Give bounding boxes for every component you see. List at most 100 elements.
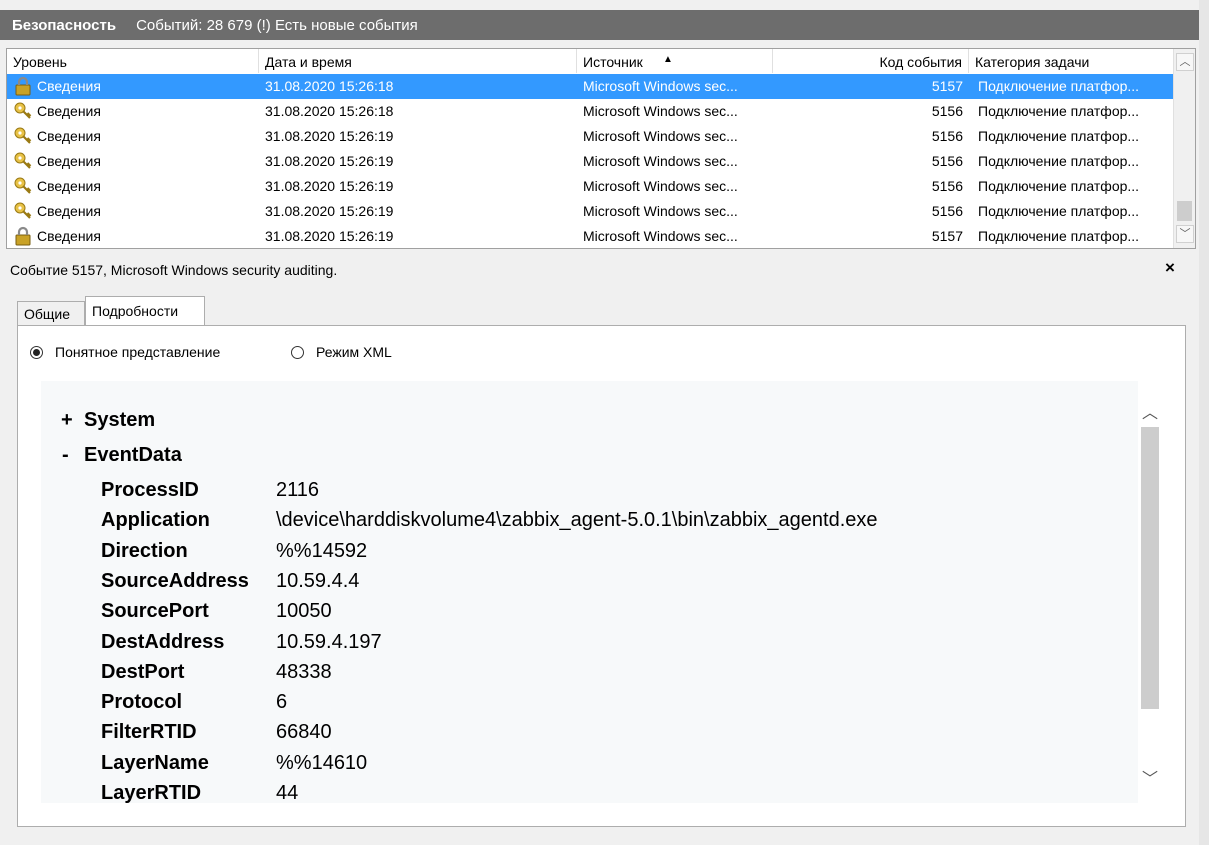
- log-status: Событий: 28 679 (!) Есть новые события: [136, 16, 418, 34]
- table-row[interactable]: Сведения 31.08.2020 15:26:18 Microsoft Win…: [7, 99, 1173, 124]
- table-row[interactable]: Сведения 31.08.2020 15:26:18 Microsoft Win…: [7, 74, 1173, 99]
- event-list[interactable]: Уровень Дата и время ▲ Источник Код событ…: [6, 48, 1196, 249]
- key-icon: [13, 201, 33, 221]
- expand-system-icon[interactable]: +: [61, 409, 73, 432]
- cell-source: Microsoft Windows sec...: [583, 203, 738, 219]
- field-value: 66840: [276, 721, 332, 744]
- cell-source: Microsoft Windows sec...: [583, 178, 738, 194]
- cell-level: Сведения: [37, 203, 101, 219]
- radio-friendly-view[interactable]: Понятное представление: [30, 344, 220, 360]
- table-row[interactable]: Сведения 31.08.2020 15:26:19 Microsoft Win…: [7, 149, 1173, 174]
- field-value: 48338: [276, 660, 332, 683]
- field-name: LayerRTID: [101, 782, 202, 803]
- radio-checked-icon: [30, 345, 43, 359]
- field-name: ProcessID: [101, 479, 199, 501]
- field-value: %%14592: [276, 539, 368, 562]
- cell-event-id: 5156: [931, 103, 963, 119]
- cell-event-id: 5157: [931, 228, 963, 244]
- log-name: Безопасность: [12, 16, 117, 34]
- cell-category: Подключение платфор...: [978, 178, 1140, 194]
- column-header-level[interactable]: Уровень: [7, 49, 259, 73]
- key-icon: [13, 176, 33, 196]
- cell-event-id: 5156: [931, 178, 963, 194]
- cell-datetime: 31.08.2020 15:26:19: [265, 228, 394, 244]
- chevron-up-icon[interactable]: ︿: [1142, 399, 1158, 423]
- field-value: \device\harddiskvolume4\zabbix_agent-5.0…: [276, 509, 878, 532]
- cell-level: Сведения: [37, 178, 101, 194]
- lock-icon: [13, 76, 33, 96]
- field-value: 2116: [276, 479, 320, 501]
- event-rows: Сведения 31.08.2020 15:26:18 Microsoft Win…: [7, 74, 1173, 248]
- cell-event-id: 5156: [931, 153, 963, 169]
- cell-datetime: 31.08.2020 15:26:19: [265, 203, 394, 219]
- column-header-category[interactable]: Категория задачи: [969, 49, 1173, 73]
- event-data-view: + System - EventData ProcessID 2116 Applic…: [41, 381, 1138, 803]
- collapse-eventdata-icon[interactable]: -: [62, 444, 69, 467]
- cell-category: Подключение платфор...: [978, 128, 1140, 144]
- field-name: LayerName: [101, 751, 209, 774]
- tab-general[interactable]: Общие: [17, 301, 85, 326]
- column-header-source[interactable]: Источник: [577, 49, 773, 73]
- cell-level: Сведения: [37, 228, 101, 244]
- cell-datetime: 31.08.2020 15:26:19: [265, 128, 394, 144]
- cell-event-id: 5156: [931, 128, 963, 144]
- event-list-header: Уровень Дата и время ▲ Источник Код событ…: [7, 49, 1173, 73]
- field-name: Protocol: [101, 691, 183, 714]
- key-icon: [13, 126, 33, 146]
- radio-xml-label: Режим XML: [316, 344, 392, 360]
- cell-datetime: 31.08.2020 15:26:19: [265, 178, 394, 194]
- details-panel: Понятное представление Режим XML + Syste…: [17, 325, 1186, 827]
- scroll-down-icon[interactable]: ﹀: [1176, 225, 1194, 243]
- column-header-datetime[interactable]: Дата и время ▲: [259, 49, 673, 73]
- cell-category: Подключение платфор...: [978, 103, 1140, 119]
- table-row[interactable]: Сведения 31.08.2020 15:26:19 Microsoft Win…: [7, 174, 1173, 199]
- key-icon: [13, 101, 33, 121]
- cell-event-id: 5156: [931, 203, 963, 219]
- cell-event-id: 5157: [931, 78, 963, 94]
- cell-source: Microsoft Windows sec...: [583, 228, 738, 244]
- field-value: 6: [276, 691, 288, 714]
- cell-level: Сведения: [37, 103, 101, 119]
- eventdata-section-label[interactable]: EventData: [84, 444, 182, 467]
- event-detail-title: Событие 5157, Microsoft Windows security…: [10, 262, 338, 278]
- cell-datetime: 31.08.2020 15:26:19: [265, 153, 394, 169]
- field-value: 10.59.4.4: [276, 569, 360, 592]
- field-value: %%14610: [276, 751, 368, 774]
- field-name: FilterRTID: [101, 721, 197, 744]
- radio-xml-view[interactable]: Режим XML: [291, 344, 392, 360]
- field-value: 10050: [276, 600, 332, 623]
- cell-source: Microsoft Windows sec...: [583, 128, 738, 144]
- radio-friendly-label: Понятное представление: [55, 344, 221, 360]
- field-value: 44: [276, 782, 299, 803]
- column-header-event-id[interactable]: Код события: [773, 49, 969, 73]
- cell-level: Сведения: [37, 78, 101, 94]
- details-scrollbar[interactable]: ︿ ﹀: [1138, 381, 1160, 803]
- cell-level: Сведения: [37, 153, 101, 169]
- log-titlebar: Безопасность Событий: 28 679 (!) Есть но…: [0, 10, 1199, 40]
- cell-level: Сведения: [37, 128, 101, 144]
- event-list-scrollbar[interactable]: ︿ ﹀: [1173, 49, 1195, 248]
- cell-category: Подключение платфор...: [978, 228, 1140, 244]
- table-row[interactable]: Сведения 31.08.2020 15:26:19 Microsoft Win…: [7, 124, 1173, 149]
- field-name: Application: [101, 509, 210, 532]
- field-name: DestPort: [101, 660, 185, 683]
- key-icon: [13, 151, 33, 171]
- cell-datetime: 31.08.2020 15:26:18: [265, 103, 394, 119]
- scroll-up-icon[interactable]: ︿: [1176, 53, 1194, 71]
- details-scrollbar-thumb[interactable]: [1141, 427, 1159, 709]
- cell-source: Microsoft Windows sec...: [583, 153, 738, 169]
- lock-icon: [13, 226, 33, 246]
- table-row[interactable]: Сведения 31.08.2020 15:26:19 Microsoft Win…: [7, 199, 1173, 224]
- cell-source: Microsoft Windows sec...: [583, 103, 738, 119]
- system-section-label[interactable]: System: [84, 409, 155, 432]
- tab-details[interactable]: Подробности: [85, 296, 205, 326]
- radio-unchecked-icon: [291, 345, 304, 359]
- chevron-down-icon[interactable]: ﹀: [1142, 765, 1158, 789]
- scrollbar-thumb[interactable]: [1177, 201, 1192, 221]
- field-name: SourcePort: [101, 600, 209, 623]
- cell-category: Подключение платфор...: [978, 78, 1140, 94]
- field-name: SourceAddress: [101, 569, 249, 592]
- close-icon[interactable]: ×: [1165, 258, 1175, 278]
- cell-category: Подключение платфор...: [978, 153, 1140, 169]
- table-row[interactable]: Сведения 31.08.2020 15:26:19 Microsoft Win…: [7, 224, 1173, 248]
